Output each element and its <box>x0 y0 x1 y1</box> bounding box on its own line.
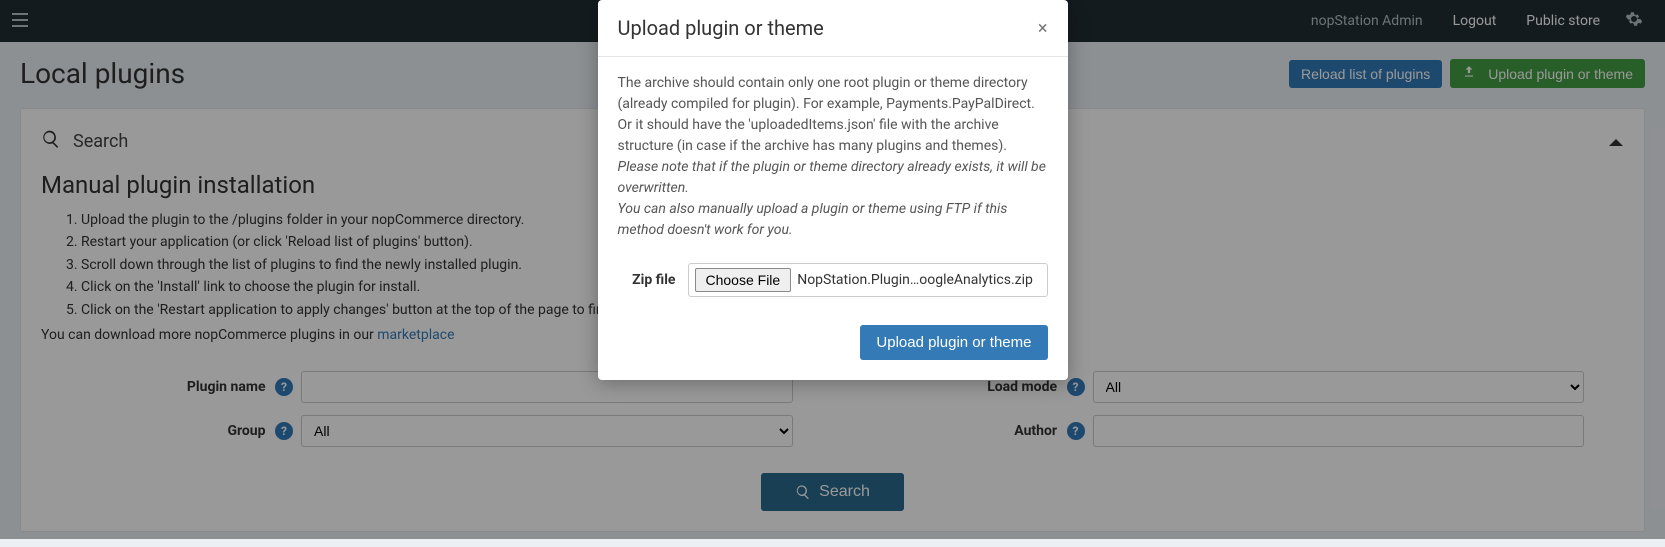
file-input[interactable]: Choose File NopStation.Plugin…oogleAnaly… <box>688 263 1048 297</box>
close-icon[interactable]: × <box>1038 18 1048 39</box>
upload-submit-button[interactable]: Upload plugin or theme <box>860 325 1047 360</box>
zip-label: Zip file <box>618 270 688 291</box>
upload-modal: Upload plugin or theme × The archive sho… <box>598 0 1068 380</box>
modal-note-1: Please note that if the plugin or theme … <box>618 157 1048 199</box>
modal-title: Upload plugin or theme <box>618 16 824 40</box>
modal-desc-1: The archive should contain only one root… <box>618 73 1048 115</box>
modal-desc-2: Or it should have the 'uploadedItems.jso… <box>618 115 1048 157</box>
selected-file-name: NopStation.Plugin…oogleAnalytics.zip <box>797 270 1033 291</box>
modal-note-2: You can also manually upload a plugin or… <box>618 199 1048 241</box>
choose-file-button[interactable]: Choose File <box>695 268 792 292</box>
